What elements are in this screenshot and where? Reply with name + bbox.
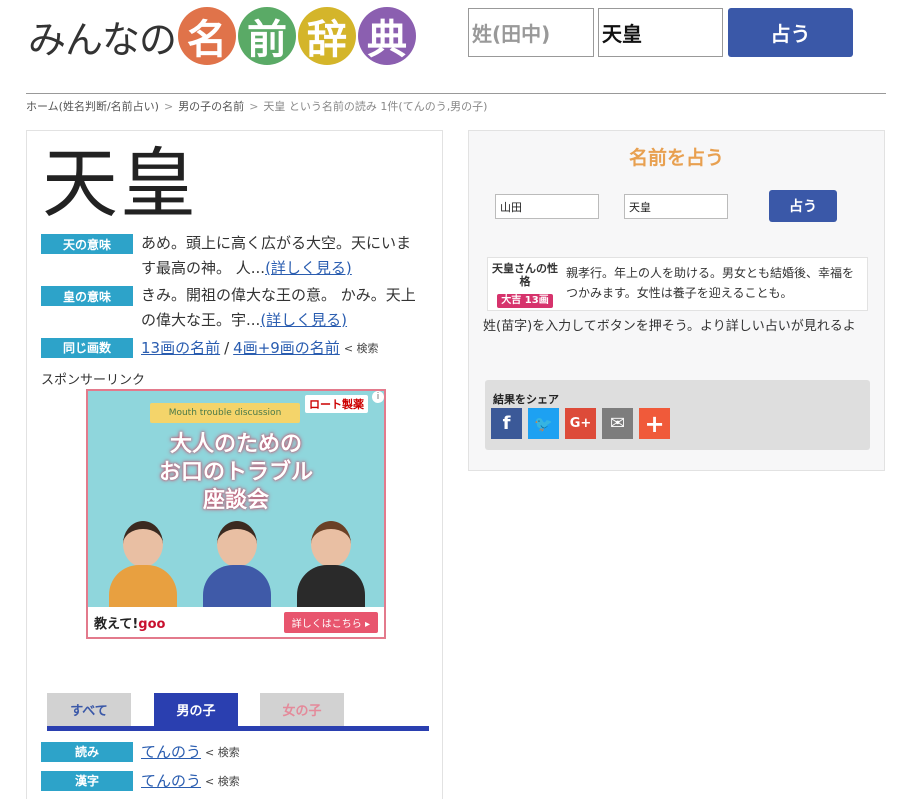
- name-kanji-heading: 天皇: [42, 139, 198, 228]
- name-detail-card: 天皇 天の意味 あめ。頭上に高く広がる大空。天にいます最高の神。 人...(詳し…: [26, 130, 443, 799]
- breadcrumb-current: 天皇 という名前の読み 1件(てんのう,男の子): [263, 100, 488, 113]
- personality-box: 天皇さんの性格 大吉 13画 親孝行。年上の人を助ける。男女とも結婚後、幸福をつ…: [487, 257, 868, 311]
- sponsor-label: スポンサーリンク: [41, 373, 146, 388]
- personality-tag: 天皇さんの性格 大吉 13画: [492, 262, 558, 308]
- google-plus-icon[interactable]: G+: [565, 408, 596, 439]
- reading-row: 読み てんのう < 検索: [41, 741, 240, 762]
- logo-char-mei: 名: [178, 7, 237, 65]
- meaning-row-ten: 天の意味 あめ。頭上に高く広がる大空。天にいます最高の神。 人...(詳しく見る…: [41, 231, 421, 281]
- fortune-title: 名前を占う: [628, 147, 724, 169]
- share-box: 結果をシェア f 🐦 G+ ✉ +: [485, 380, 870, 450]
- strokes-4-9-link[interactable]: 4画+9画の名前: [233, 339, 340, 357]
- meaning-row-kou: 皇の意味 きみ。開祖の偉大な王の意。 かみ。天上の偉大な王。宇...(詳しく見る…: [41, 283, 421, 333]
- logo-char-ten: 典: [358, 7, 417, 65]
- meaning-text-kou: きみ。開祖の偉大な王の意。 かみ。天上の偉大な王。宇...(詳しく見る): [141, 283, 421, 333]
- facebook-icon[interactable]: f: [491, 408, 522, 439]
- breadcrumb: ホーム(姓名判断/名前占い) > 男の子の名前 > 天皇 という名前の読み 1件(てんの…: [26, 98, 487, 114]
- ad-title-line: お口のトラブル: [158, 460, 313, 485]
- reading-link[interactable]: てんのう: [141, 741, 201, 762]
- advertisement-banner[interactable]: i Mouth trouble discussion ロート製薬 大人のための …: [86, 389, 386, 639]
- ad-title-line: 大人のための: [169, 432, 302, 457]
- ad-title: 大人のための お口のトラブル 座談会: [88, 431, 384, 515]
- personality-name: 天皇さんの性格: [492, 262, 558, 288]
- breadcrumb-separator: >: [249, 100, 259, 113]
- ad-info-icon[interactable]: i: [372, 391, 384, 403]
- logo-char-ji: 辞: [298, 7, 357, 65]
- ad-brand-logo: ロート製薬: [305, 395, 368, 413]
- reading-label: 読み: [41, 741, 133, 762]
- breadcrumb-home[interactable]: ホーム(姓名判断/名前占い): [26, 100, 159, 113]
- ad-person-image: [293, 521, 369, 609]
- ad-footer: 教えて!goo 詳しくはこちら ▸: [88, 607, 384, 637]
- strokes-13-link[interactable]: 13画の名前: [141, 339, 220, 357]
- fortune-submit-button[interactable]: 占う: [769, 190, 837, 222]
- twitter-icon[interactable]: 🐦: [528, 408, 559, 439]
- personality-rank-badge: 大吉 13画: [497, 294, 553, 308]
- ad-photo: [96, 521, 378, 609]
- same-strokes-row: 同じ画数 13画の名前/4画+9画の名前 < 検索: [41, 337, 379, 358]
- header-fortune-button[interactable]: 占う: [728, 8, 853, 57]
- meaning-more-link-kou[interactable]: (詳しく見る): [260, 311, 347, 329]
- tab-all[interactable]: すべて: [47, 693, 131, 726]
- header-last-name-input[interactable]: 姓(田中): [468, 8, 594, 57]
- ad-title-line: 座談会: [202, 488, 269, 513]
- fortune-hint: 姓(苗字)を入力してボタンを押そう。より詳しい占いが見れるよ: [483, 319, 856, 334]
- fortune-first-name-input[interactable]: 天皇: [624, 194, 728, 219]
- tab-underline: [47, 726, 429, 731]
- kanji-link[interactable]: てんのう: [141, 770, 201, 791]
- logo-prefix: みんなの: [28, 17, 177, 62]
- kanji-row: 漢字 てんのう < 検索: [41, 770, 240, 791]
- site-header: みんなの 名 前 辞 典 姓(田中) 天皇 占う: [0, 0, 911, 94]
- site-logo[interactable]: みんなの 名 前 辞 典: [28, 4, 417, 68]
- strokes-separator: /: [224, 339, 230, 357]
- same-strokes-links: 13画の名前/4画+9画の名前: [141, 337, 340, 358]
- ad-more-button[interactable]: 詳しくはこちら ▸: [283, 611, 378, 633]
- ad-ribbon: Mouth trouble discussion: [150, 403, 300, 423]
- kanji-label: 漢字: [41, 770, 133, 791]
- meaning-text-ten: あめ。頭上に高く広がる大空。天にいます最高の神。 人...(詳しく見る): [141, 231, 421, 281]
- fortune-card: 名前を占う 山田 天皇 占う 天皇さんの性格 大吉 13画 親孝行。年上の人を助…: [468, 130, 885, 471]
- email-icon[interactable]: ✉: [602, 408, 633, 439]
- header-divider: [26, 93, 886, 94]
- kanji-search-link[interactable]: < 検索: [205, 773, 240, 789]
- more-share-icon[interactable]: +: [639, 408, 670, 439]
- fortune-last-name-input[interactable]: 山田: [495, 194, 599, 219]
- meaning-more-link-ten[interactable]: (詳しく見る): [265, 259, 352, 277]
- tab-boy[interactable]: 男の子: [154, 693, 238, 726]
- ad-goo-logo: 教えて!goo: [94, 613, 165, 632]
- ad-person-image: [105, 521, 181, 609]
- reading-search-link[interactable]: < 検索: [205, 744, 240, 760]
- breadcrumb-boys[interactable]: 男の子の名前: [178, 100, 244, 113]
- ad-goo-word: goo: [138, 616, 166, 632]
- tab-girl[interactable]: 女の子: [260, 693, 344, 726]
- meaning-label-kou: 皇の意味: [41, 286, 133, 306]
- ad-goo-prefix: 教えて!: [94, 616, 139, 632]
- header-first-name-input[interactable]: 天皇: [598, 8, 723, 57]
- gender-tabs: すべて 男の子 女の子: [47, 693, 429, 731]
- ad-person-image: [199, 521, 275, 609]
- breadcrumb-separator: >: [163, 100, 174, 113]
- logo-char-zen: 前: [238, 7, 297, 65]
- meaning-label-ten: 天の意味: [41, 234, 133, 254]
- strokes-search-link[interactable]: < 検索: [344, 340, 379, 356]
- share-label: 結果をシェア: [493, 393, 559, 406]
- personality-text: 親孝行。年上の人を助ける。男女とも結婚後、幸福をつかみます。女性は養子を迎えるこ…: [566, 266, 855, 300]
- same-strokes-label: 同じ画数: [41, 337, 133, 358]
